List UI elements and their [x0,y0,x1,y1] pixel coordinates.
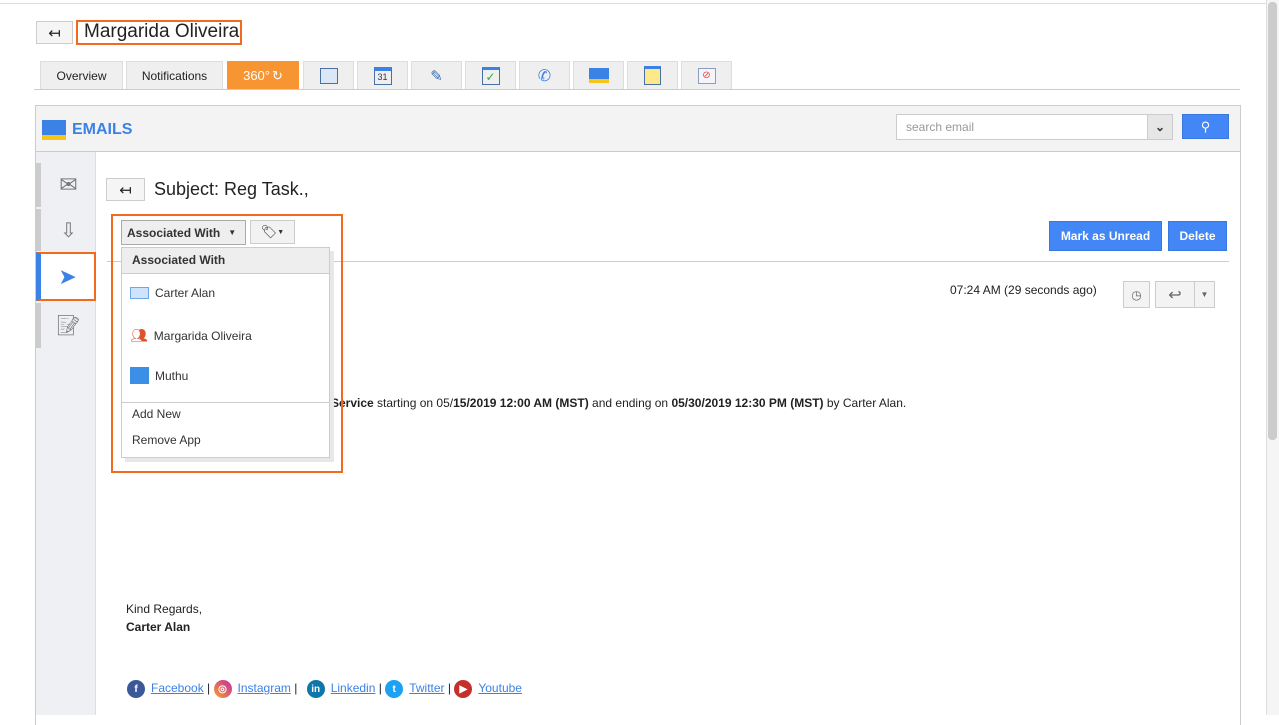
email-icon [588,68,609,83]
notes-icon [644,66,661,85]
history-button[interactable]: ◷ [1123,281,1150,308]
email-timestamp: 07:24 AM (29 seconds ago) [950,283,1097,297]
chevron-down-icon: ⌄ [1154,120,1166,134]
body-text: and ending on [588,396,672,410]
people-icon: 👥︎ [130,327,148,343]
email-icon [42,120,66,140]
tab-calls[interactable]: ✆ [519,61,570,89]
refresh-icon: ↻ [271,67,283,83]
item-label: Muthu [155,368,189,383]
youtube-icon: ▶ [454,680,473,698]
download-tray-icon: ⇩ [60,219,77,242]
reply-icon: ↩ [1168,286,1182,304]
scrollbar-thumb[interactable] [1268,2,1277,440]
item-label: Carter Alan [155,286,216,300]
tab-notes[interactable] [627,61,678,89]
facebook-icon: f [127,680,145,698]
building-icon [130,367,149,384]
emails-title: EMAILS [72,121,133,138]
phone-call-icon: ✆ [537,67,552,85]
body-text: starting on 05/ [373,396,454,410]
tab-360[interactable]: 360° ↻ [227,61,299,89]
twitter-link[interactable]: Twitter [409,681,444,695]
reply-button[interactable]: ↩ [1155,281,1195,308]
tab-notifications[interactable]: Notifications [126,61,223,89]
associated-with-button[interactable]: Associated With ▼ [121,220,246,245]
body-text: by Carter Alan. [823,396,907,410]
dropdown-divider [122,402,329,403]
top-divider [0,3,1266,4]
task-check-icon: ✓ [481,66,500,85]
sent-paper-plane-icon: ➤ [58,263,77,289]
dropdown-item-margarida-oliveira[interactable]: 👥︎ Margarida Oliveira [130,327,252,344]
separator: | [378,681,382,696]
twitter-icon: t [385,680,404,698]
delete-button[interactable]: Delete [1168,221,1227,251]
dropdown-item-muthu[interactable]: Muthu [130,367,188,384]
tab-calendar[interactable]: 31 [357,61,408,89]
closing: Kind Regards, [126,602,203,616]
signature: Carter Alan [126,620,191,634]
dropdown-header: Associated With [122,248,329,274]
instagram-icon: ◎ [213,680,232,698]
tab-attachments[interactable]: ⊘ [681,61,732,89]
separator: | [447,681,452,696]
sidebar-item-download[interactable]: ⇩ [36,209,96,251]
reply-options-button[interactable]: ▼ [1194,281,1215,308]
calendar-icon: 31 [373,66,392,85]
body-bold: 15/2019 12:00 AM (MST) [453,396,589,410]
add-new-item[interactable]: Add New [132,407,181,421]
linkedin-icon: in [306,680,325,698]
tab-emails[interactable] [573,61,624,89]
history-icon: ◷ [1131,287,1142,302]
contact-card-icon [130,287,149,299]
tab-pin[interactable]: ✎ [411,61,462,89]
tag-icon: 🏷︎ [260,224,278,239]
separator: | [294,681,298,696]
pin-icon: ✎ [430,67,443,85]
dropdown-item-carter-alan[interactable]: Carter Alan [130,286,215,300]
tab-tasks[interactable]: ✓ [465,61,516,89]
linkedin-link[interactable]: Linkedin [331,681,376,695]
search-filter-dropdown[interactable]: ⌄ [1147,114,1173,140]
associated-with-dropdown: Associated With Carter Alan 👥︎ Margarida … [121,247,330,458]
tab-contact[interactable] [303,61,354,89]
back-arrow-icon: ↤ [119,181,132,199]
sidebar-item-inbox[interactable]: ✉ [36,163,96,207]
inbox-envelope-icon: ✉ [59,172,78,197]
mark-as-unread-button[interactable]: Mark as Unread [1049,221,1162,251]
page-title: Margarida Oliveira [76,20,242,45]
message-back-button[interactable]: ↤ [106,178,145,201]
search-icon: ⚲ [1200,118,1211,134]
separator: | [207,681,211,696]
search-input[interactable]: search email [896,114,1148,140]
instagram-link[interactable]: Instagram [238,681,291,695]
caret-down-icon: ▼ [228,228,237,237]
sidebar-item-sent[interactable]: ➤ [36,252,96,301]
back-arrow-icon: ↤ [48,24,61,42]
tag-button[interactable]: 🏷︎ ▼ [250,220,295,244]
sidebar-item-drafts[interactable]: 📝︎ [36,303,96,348]
facebook-link[interactable]: Facebook [151,681,204,695]
youtube-link[interactable]: Youtube [478,681,522,695]
attachment-icon: ⊘ [697,67,716,84]
search-button[interactable]: ⚲ [1182,114,1229,139]
caret-down-icon: ▼ [1200,290,1209,299]
remove-app-item[interactable]: Remove App [132,433,201,447]
contact-card-icon [319,67,338,84]
email-subject: Subject: Reg Task., [154,179,309,199]
tab-360-label: 360° [243,68,270,83]
tab-divider [34,89,1240,90]
email-body: Service starting on 05/15/2019 12:00 AM … [331,396,906,410]
back-button[interactable]: ↤ [36,21,73,44]
caret-down-icon: ▼ [277,228,285,236]
tab-overview[interactable]: Overview [40,61,123,89]
body-bold: 05/30/2019 12:30 PM (MST) [671,396,824,410]
associated-with-label: Associated With [127,225,221,240]
item-label: Margarida Oliveira [153,328,252,343]
social-links: f Facebook | ◎ Instagram | in Linkedin | tT… [127,680,522,698]
draft-edit-icon: 📝︎ [55,315,82,337]
